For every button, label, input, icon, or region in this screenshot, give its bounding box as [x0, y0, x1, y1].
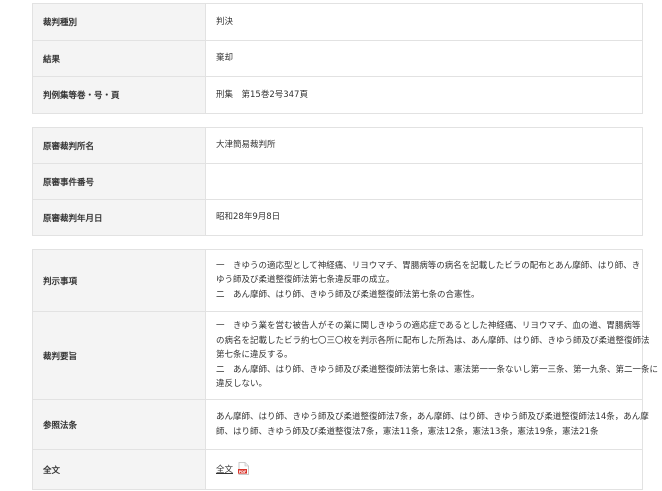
- row-genshin-jiken: 原審事件番号: [32, 163, 643, 200]
- full-text-link[interactable]: 全文: [216, 465, 233, 475]
- value-genshin-date: 昭和28年9月8日: [205, 199, 643, 236]
- value-hanreishu: 刑集 第15巻2号347頁: [205, 76, 643, 114]
- row-saiban-shubetsu: 裁判種別 判決: [32, 3, 643, 41]
- value-sansho-hojo: あん摩師、はり師、きゆう師及び柔道整復師法7条，あん摩師、はり師、きゆう師及び柔…: [205, 399, 649, 450]
- value-genshin-jiken: [205, 163, 643, 200]
- row-hanreishu: 判例集等巻・号・頁 刑集 第15巻2号347頁: [32, 76, 643, 114]
- yoshi-line: 第七条に違反する。: [216, 350, 293, 361]
- label-hanji-jiko: 判示事項: [32, 249, 206, 312]
- row-sansho-hojo: 参照法条 あん摩師、はり師、きゆう師及び柔道整復師法7条，あん摩師、はり師、きゆ…: [32, 399, 649, 450]
- value-saiban-shubetsu: 判決: [205, 3, 643, 41]
- hanji-line: ゆう師及び柔道整復師法第七条違反罪の成立。: [216, 275, 395, 286]
- row-hanji-jiko: 判示事項 一 きゆうの適応型として神経痛、リヨウマチ、胃腸病等の病名を記載したビ…: [32, 249, 643, 312]
- row-saiban-yoshi: 裁判要旨 一 きゆう業を営む被告人がその業に関しきゆうの適応症であるとした神経痛…: [32, 311, 659, 400]
- value-saiban-yoshi: 一 きゆう業を営む被告人がその業に関しきゆうの適応症であるとした神経痛、リヨウマ…: [205, 311, 659, 400]
- yoshi-line: 二 あん摩師、はり師、きゆう師及び柔道整復師法第七条は、憲法第一一条ないし第一三…: [216, 364, 659, 375]
- value-hanji-jiko: 一 きゆうの適応型として神経痛、リヨウマチ、胃腸病等の病名を記載したビラの配布と…: [205, 249, 643, 312]
- row-genshin-date: 原審裁判年月日 昭和28年9月8日: [32, 199, 643, 236]
- sansho-line: 師、はり師、きゆう師及び柔道整復法7条，憲法11条，憲法12条，憲法13条，憲法…: [216, 426, 599, 437]
- judgment-detail-table: 判示事項 一 きゆうの適応型として神経痛、リヨウマチ、胃腸病等の病名を記載したビ…: [32, 249, 659, 490]
- label-saiban-yoshi: 裁判要旨: [32, 311, 206, 400]
- row-kekka: 結果 棄却: [32, 40, 643, 77]
- sansho-line: あん摩師、はり師、きゆう師及び柔道整復師法7条，あん摩師、はり師、きゆう師及び柔…: [216, 412, 649, 423]
- label-sansho-hojo: 参照法条: [32, 399, 206, 450]
- value-zenbun: 全文 PDF: [205, 449, 643, 490]
- yoshi-line: 一 きゆう業を営む被告人がその業に関しきゆうの適応症であるとした神経痛、リヨウマ…: [216, 321, 641, 332]
- value-genshin-saibansho: 大津簡易裁判所: [205, 127, 643, 164]
- yoshi-line: の病名を記載したビラ約七〇三〇枚を判示各所に配布した所為は、あん摩師、はり師、き…: [216, 335, 650, 346]
- label-genshin-saibansho: 原審裁判所名: [32, 127, 206, 164]
- pdf-icon-label: PDF: [239, 470, 247, 474]
- value-kekka: 棄却: [205, 40, 643, 77]
- hanji-line: 二 あん摩師、はり師、きゆう師及び柔道整復師法第七条の合憲性。: [216, 289, 480, 300]
- label-hanreishu: 判例集等巻・号・頁: [32, 76, 206, 114]
- hanji-line: 一 きゆうの適応型として神経痛、リヨウマチ、胃腸病等の病名を記載したビラの配布と…: [216, 260, 641, 271]
- label-kekka: 結果: [32, 40, 206, 77]
- row-genshin-saibansho: 原審裁判所名 大津簡易裁判所: [32, 127, 643, 164]
- label-genshin-jiken: 原審事件番号: [32, 163, 206, 200]
- pdf-icon[interactable]: PDF: [238, 461, 249, 475]
- row-zenbun: 全文 全文 PDF: [32, 449, 643, 490]
- original-court-table: 原審裁判所名 大津簡易裁判所 原審事件番号 原審裁判年月日 昭和28年9月8日: [32, 127, 643, 236]
- label-zenbun: 全文: [32, 449, 206, 490]
- label-genshin-date: 原審裁判年月日: [32, 199, 206, 236]
- case-info-table: 裁判種別 判決 結果 棄却 判例集等巻・号・頁 刑集 第15巻2号347頁: [32, 3, 643, 114]
- label-saiban-shubetsu: 裁判種別: [32, 3, 206, 41]
- yoshi-line: 違反しない。: [216, 379, 268, 390]
